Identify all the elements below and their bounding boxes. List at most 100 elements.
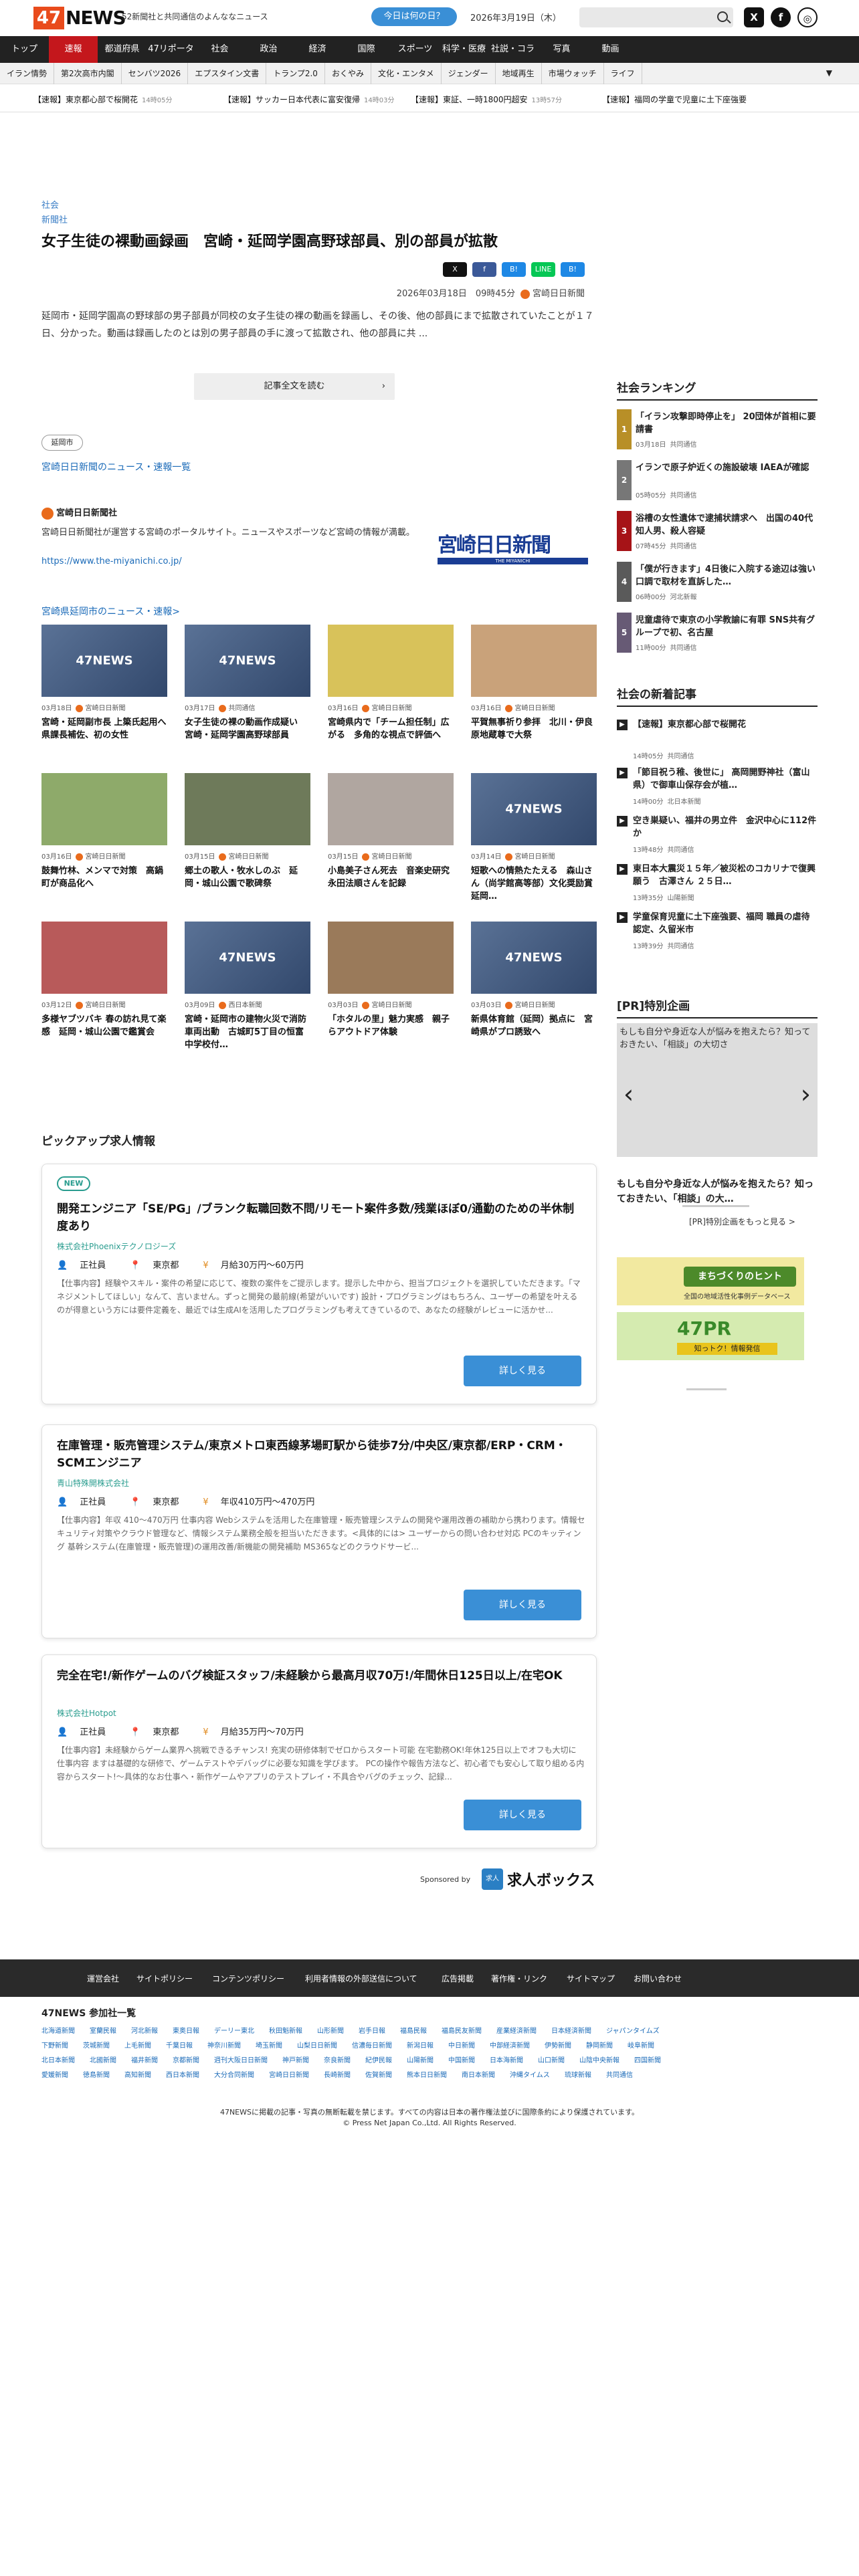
ticker-item[interactable]: 【速報】福岡の学童で児童に土下座強要 — [602, 94, 747, 105]
member-link[interactable]: 高知新聞 — [124, 2069, 151, 2079]
article-source-name[interactable]: 宮崎日日新聞 — [533, 289, 585, 299]
news-title[interactable]: 小島美子さん死去 音楽史研究 永田法順さんを記録 — [328, 865, 454, 890]
nav-item-10[interactable]: 社説・コラム — [488, 36, 537, 81]
member-link[interactable]: 沖縄タイムス — [510, 2069, 550, 2079]
ranking-title[interactable]: 児童虐待で東京の小学教諭に有罪 SNS共有グループで初、名古屋 — [636, 614, 816, 639]
news-card[interactable]: 47NEWS 03月18日 宮崎日日新聞 宮崎・延岡副市長 上簗氏起用へ 県課長補佐、… — [41, 625, 175, 742]
subnav-item-7[interactable]: ジェンダー — [442, 63, 496, 84]
member-link[interactable]: 北國新聞 — [90, 2054, 116, 2064]
member-link[interactable]: 産業経済新聞 — [496, 2025, 537, 2035]
member-link[interactable]: 熊本日日新聞 — [407, 2069, 447, 2079]
footer-link-6[interactable]: サイトマップ — [567, 1973, 615, 1984]
news-card[interactable]: 47NEWS 03月09日 西日本新聞 宮崎・延岡市の建物火災で消防車両出動 古城町5… — [185, 922, 310, 1051]
newest-item[interactable]: ▶ 「節目祝う稚、後世に」 高岡開野神社（富山県）で御車山保存会が植… 14時00分… — [617, 766, 818, 809]
subnav-item-1[interactable]: 第2次高市内閣 — [54, 63, 122, 84]
member-link[interactable]: 山口新聞 — [538, 2054, 565, 2064]
ticker-text[interactable]: 【速報】東京都心部で桜開花 — [33, 95, 138, 104]
news-title[interactable]: 宮崎県内で「チーム担任制」広がる 多角的な視点で評価へ — [328, 716, 454, 742]
news-card[interactable]: 03月16日 宮崎日日新聞 宮崎県内で「チーム担任制」広がる 多角的な視点で評価へ — [328, 625, 454, 742]
member-link[interactable]: 南日本新聞 — [462, 2069, 495, 2079]
nav-item-8[interactable]: スポーツ — [391, 36, 440, 63]
subnav-item-2[interactable]: センバツ2026 — [122, 63, 189, 84]
news-card[interactable]: 47NEWS 03月17日 共同通信 女子生徒の裸の動画作成疑い 宮崎・延岡学園高野球… — [185, 625, 310, 742]
pr-more-link[interactable]: [PR]特別企画をもっと見る > — [689, 1216, 795, 1227]
news-card[interactable]: 03月15日 宮崎日日新聞 郷土の歌人・牧水しのぶ 延岡・城山公園で歌碑祭 — [185, 773, 310, 890]
footer-link-7[interactable]: お問い合わせ — [634, 1973, 682, 1984]
share-button-1[interactable]: f — [472, 262, 496, 277]
member-link[interactable]: 紀伊民報 — [365, 2054, 392, 2064]
member-link[interactable]: 室蘭民報 — [90, 2025, 116, 2035]
subnav-item-3[interactable]: エプスタイン文書 — [188, 63, 267, 84]
news-thumbnail[interactable]: 47NEWS — [185, 922, 310, 994]
ranking-item[interactable]: 3 浴槽の女性遺体で逮捕状請求へ 出国の40代知人男、殺人容疑 07時45分 共同通信 — [617, 511, 818, 554]
news-card[interactable]: 03月12日 宮崎日日新聞 多様ヤブツバキ 春の訪れ見て楽感 延岡・城山公園で鑑賞会 — [41, 922, 167, 1039]
today-button[interactable]: 今日は何の日？ — [371, 7, 457, 26]
news-title[interactable]: 宮崎・延岡副市長 上簗氏起用へ 県課長補佐、初の女性 — [41, 716, 175, 742]
subnav-item-5[interactable]: おくやみ — [325, 63, 371, 84]
news-card[interactable]: 03月16日 宮崎日日新聞 鼓舞竹林、メンマで対策 高鍋町が商品化へ — [41, 773, 167, 890]
ranking-title[interactable]: 「僕が行きます」4日後に入院する途辺は強い口調で取材を直訴した… — [636, 563, 816, 588]
member-link[interactable]: 日本海新聞 — [490, 2054, 523, 2064]
news-thumbnail[interactable] — [328, 922, 454, 994]
news-title[interactable]: 鼓舞竹林、メンマで対策 高鍋町が商品化へ — [41, 865, 167, 890]
ranking-title[interactable]: イランで原子炉近くの施設破壊 IAEAが確認 — [636, 461, 816, 474]
member-link[interactable]: 琉球新報 — [565, 2069, 591, 2079]
search-icon[interactable] — [717, 11, 728, 22]
footer-link-5[interactable]: 著作権・リンク — [491, 1973, 547, 1984]
news-card[interactable]: 03月16日 宮崎日日新聞 平賀無事祈り参拝 北川・伊良原地蔵尊で大祭 — [471, 625, 597, 742]
nav-item-12[interactable]: 動画 — [586, 36, 635, 63]
news-thumbnail[interactable] — [185, 773, 310, 845]
newest-title[interactable]: 学童保育児童に土下座強要、福岡 職員の虐待認定、久留米市 — [633, 911, 818, 936]
publisher-banner[interactable]: 宮崎日日新聞 THE MIYANICHI — [431, 524, 595, 572]
search-input[interactable] — [579, 7, 733, 27]
news-card[interactable]: 03月15日 宮崎日日新聞 小島美子さん死去 音楽史研究 永田法順さんを記録 — [328, 773, 454, 890]
subnav-item-0[interactable]: イラン情勢 — [0, 63, 55, 84]
news-title[interactable]: 宮崎・延岡市の建物火災で消防車両出動 古城町5丁目の恒富中学校付… — [185, 1013, 310, 1051]
newest-title[interactable]: 【速報】東京都心部で桜開花 — [633, 718, 818, 731]
news-card[interactable]: 47NEWS 03月14日 宮崎日日新聞 短歌への情熱たたえる 森山さん（尚学館高等部… — [471, 773, 601, 903]
globe-icon[interactable]: ◎ — [797, 7, 818, 27]
article-category[interactable]: 社会 — [41, 198, 59, 211]
job-title[interactable]: 完全在宅!/新作ゲームのバグ検証スタッフ/未経験から最高月収70万!/年間休日1… — [57, 1667, 585, 1685]
member-link[interactable]: 信濃毎日新聞 — [352, 2040, 392, 2050]
member-link[interactable]: 神戸新聞 — [282, 2054, 309, 2064]
subnav-item-10[interactable]: ライフ — [604, 63, 642, 84]
news-thumbnail[interactable] — [41, 773, 167, 845]
share-button-2[interactable]: B! — [502, 262, 526, 277]
job-title[interactable]: 開発エンジニア「SE/PG」/ブランク転職回数不問/リモート案件多数/残業ほぼ0… — [57, 1200, 585, 1235]
member-link[interactable]: 大分合同新聞 — [214, 2069, 254, 2079]
news-title[interactable]: 短歌への情熱たたえる 森山さん（尚学館高等部）文化奨励賞 延岡… — [471, 865, 601, 903]
member-link[interactable]: 秋田魁新報 — [269, 2025, 302, 2035]
pr-title[interactable]: もしも自分や身近な人が悩みを抱えたら？知っておきたい、「相談」の大… — [617, 1177, 818, 1206]
member-link[interactable]: 徳島新聞 — [83, 2069, 110, 2079]
newest-title[interactable]: 「節目祝う稚、後世に」 高岡開野神社（富山県）で御車山保存会が植… — [633, 766, 818, 792]
ranking-item[interactable]: 4 「僕が行きます」4日後に入院する途辺は強い口調で取材を直訴した… 06時00分河… — [617, 562, 818, 605]
site-logo[interactable]: 47 NEWS — [33, 7, 126, 29]
news-title[interactable]: 平賀無事祈り参拝 北川・伊良原地蔵尊で大祭 — [471, 716, 597, 742]
member-link[interactable]: 伊勢新聞 — [545, 2040, 571, 2050]
share-button-4[interactable]: B! — [561, 262, 585, 277]
news-thumbnail[interactable]: 47NEWS — [41, 625, 167, 697]
member-link[interactable]: 神奈川新聞 — [207, 2040, 241, 2050]
news-thumbnail[interactable] — [328, 625, 454, 697]
member-link[interactable]: 日本経済新聞 — [551, 2025, 591, 2035]
newest-item[interactable]: ▶ 【速報】東京都心部で桜開花 14時05分 共同通信 — [617, 718, 818, 761]
member-link[interactable]: 山梨日日新聞 — [297, 2040, 337, 2050]
member-link[interactable]: デーリー東北 — [214, 2025, 254, 2035]
tag-chip[interactable]: 延岡市 — [41, 435, 83, 451]
member-link[interactable]: 岐阜新聞 — [628, 2040, 654, 2050]
job-company[interactable]: 青山特殊開株式会社 — [57, 1477, 129, 1489]
footer-link-0[interactable]: 運営会社 — [87, 1973, 119, 1984]
member-link[interactable]: 愛媛新聞 — [41, 2069, 68, 2079]
nav-item-5[interactable]: 政治 — [244, 36, 293, 63]
source-news-link[interactable]: 宮崎日日新聞のニュース・速報一覧 — [41, 460, 191, 473]
job-title[interactable]: 在庫管理・販売管理システム/東京メトロ東西線茅場町駅から徒歩7分/中央区/東京都… — [57, 1437, 585, 1472]
share-button-0[interactable]: X — [443, 262, 467, 277]
nav-item-6[interactable]: 経済 — [293, 36, 342, 63]
news-thumbnail[interactable] — [471, 625, 597, 697]
job-detail-button[interactable]: 詳しく見る — [464, 1800, 581, 1830]
news-title[interactable]: 女子生徒の裸の動画作成疑い 宮崎・延岡学園高野球部員 — [185, 716, 310, 742]
share-button-3[interactable]: LINE — [531, 262, 555, 277]
pr-carousel[interactable]: もしも自分や身近な人が悩みを抱えたら？知っておきたい、「相談」の大切さ ‹ › — [617, 1023, 818, 1157]
newest-item[interactable]: ▶ 東日本大震災１５年／被災松のコカリナで復興願う 古澤さん ２５日… 13時35分… — [617, 863, 818, 905]
